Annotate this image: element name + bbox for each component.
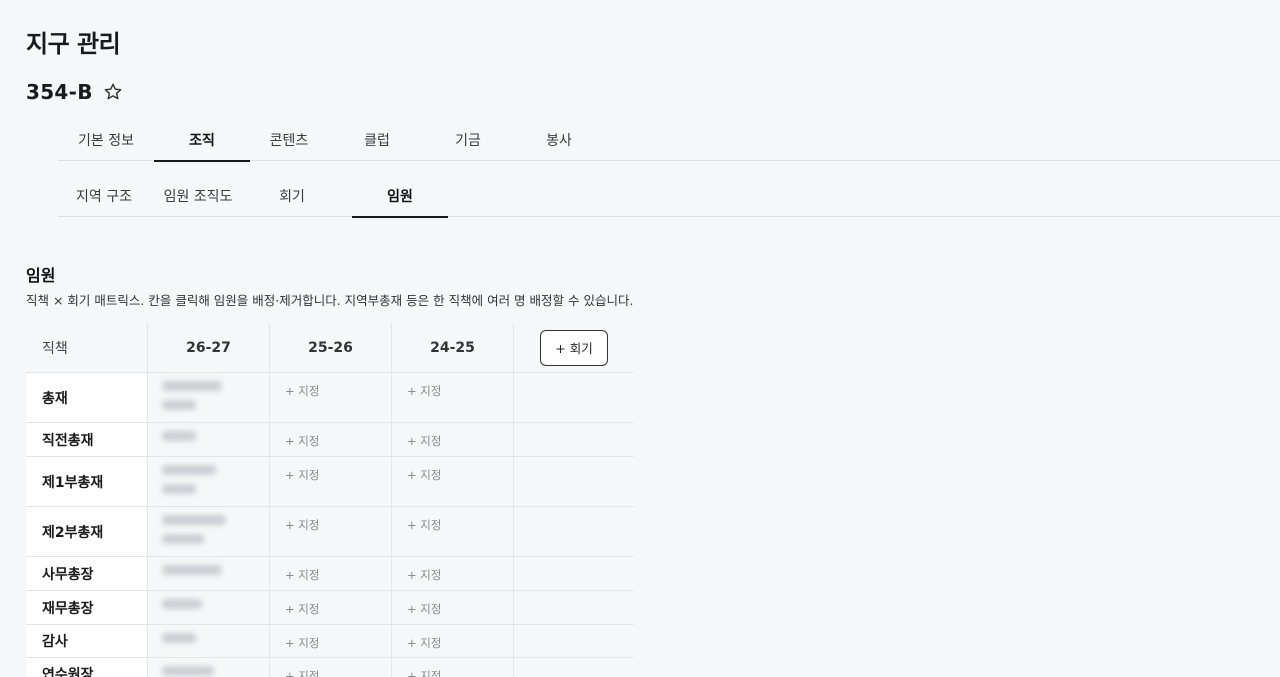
assign-officer-link[interactable]: + 지정: [285, 601, 319, 617]
assign-officer-link[interactable]: + 지정: [285, 567, 319, 583]
sub-tabs: 지역 구조 임원 조직도 회기 임원: [56, 174, 1280, 218]
redacted-officer-names: [162, 515, 226, 553]
term-header: 25-26: [270, 323, 392, 372]
term-header: 24-25: [392, 323, 514, 372]
add-term-cell: + 회기: [514, 323, 634, 372]
officer-matrix: 직책 26-27 25-26 24-25 + 회기 총재 + 지정 + 지정 직전총재…: [26, 323, 634, 677]
redacted-officer-names: [162, 465, 216, 503]
extra-term-cell: [514, 557, 634, 590]
matrix-header-row: 직책 26-27 25-26 24-25 + 회기: [26, 323, 634, 373]
extra-term-cell: [514, 457, 634, 506]
tab-terms[interactable]: 회기: [244, 174, 340, 217]
assigned-officer-cell[interactable]: [148, 591, 270, 624]
table-row: 직전총재 + 지정 + 지정: [26, 423, 634, 457]
role-label: 총재: [26, 373, 148, 422]
role-label: 제1부총재: [26, 457, 148, 506]
assign-officer-link[interactable]: + 지정: [407, 668, 441, 677]
table-row: 제1부총재 + 지정 + 지정: [26, 457, 634, 507]
assign-officer-link[interactable]: + 지정: [285, 467, 319, 483]
tab-basic-info[interactable]: 기본 정보: [58, 118, 154, 161]
extra-term-cell: [514, 423, 634, 456]
tab-organization[interactable]: 조직: [154, 118, 250, 162]
assigned-officer-cell[interactable]: [148, 507, 270, 556]
empty-assignment-cell[interactable]: + 지정: [392, 507, 514, 556]
empty-assignment-cell[interactable]: + 지정: [270, 591, 392, 624]
redacted-officer-names: [162, 381, 222, 419]
empty-assignment-cell[interactable]: + 지정: [392, 591, 514, 624]
empty-assignment-cell[interactable]: + 지정: [392, 457, 514, 506]
page-title: 지구 관리: [26, 30, 121, 58]
tab-officer-chart[interactable]: 임원 조직도: [146, 174, 250, 217]
tab-service[interactable]: 봉사: [511, 118, 607, 161]
tab-clubs[interactable]: 클럽: [329, 118, 425, 161]
table-row: 재무총장 + 지정 + 지정: [26, 591, 634, 625]
redacted-officer-names: [162, 633, 196, 652]
empty-assignment-cell[interactable]: + 지정: [270, 373, 392, 422]
role-label: 제2부총재: [26, 507, 148, 556]
district-code: 354-B: [26, 80, 93, 104]
table-row: 제2부총재 + 지정 + 지정: [26, 507, 634, 557]
empty-assignment-cell[interactable]: + 지정: [270, 507, 392, 556]
assign-officer-link[interactable]: + 지정: [407, 567, 441, 583]
assign-officer-link[interactable]: + 지정: [407, 383, 441, 399]
redacted-officer-names: [162, 431, 196, 450]
extra-term-cell: [514, 507, 634, 556]
table-row: 연수원장 + 지정 + 지정: [26, 658, 634, 677]
empty-assignment-cell[interactable]: + 지정: [392, 625, 514, 657]
role-column-header: 직책: [26, 323, 148, 372]
table-row: 감사 + 지정 + 지정: [26, 625, 634, 658]
extra-term-cell: [514, 658, 634, 677]
assign-officer-link[interactable]: + 지정: [407, 467, 441, 483]
assign-officer-link[interactable]: + 지정: [285, 517, 319, 533]
role-label: 연수원장: [26, 658, 148, 677]
tab-officers[interactable]: 임원: [352, 174, 448, 218]
assign-officer-link[interactable]: + 지정: [285, 383, 319, 399]
empty-assignment-cell[interactable]: + 지정: [270, 457, 392, 506]
assign-officer-link[interactable]: + 지정: [407, 517, 441, 533]
role-label: 직전총재: [26, 423, 148, 456]
assigned-officer-cell[interactable]: [148, 658, 270, 677]
tab-regional-structure[interactable]: 지역 구조: [56, 174, 152, 217]
empty-assignment-cell[interactable]: + 지정: [270, 423, 392, 456]
empty-assignment-cell[interactable]: + 지정: [392, 423, 514, 456]
assign-officer-link[interactable]: + 지정: [407, 433, 441, 449]
redacted-officer-names: [162, 599, 202, 618]
table-row: 사무총장 + 지정 + 지정: [26, 557, 634, 591]
assigned-officer-cell[interactable]: [148, 423, 270, 456]
assigned-officer-cell[interactable]: [148, 557, 270, 590]
extra-term-cell: [514, 591, 634, 624]
assign-officer-link[interactable]: + 지정: [285, 635, 319, 651]
assigned-officer-cell[interactable]: [148, 625, 270, 657]
assign-officer-link[interactable]: + 지정: [285, 668, 319, 677]
empty-assignment-cell[interactable]: + 지정: [392, 373, 514, 422]
empty-assignment-cell[interactable]: + 지정: [270, 658, 392, 677]
tab-content[interactable]: 콘텐츠: [241, 118, 337, 161]
term-header: 26-27: [148, 323, 270, 372]
add-term-button[interactable]: + 회기: [540, 329, 608, 366]
role-label: 감사: [26, 625, 148, 657]
assigned-officer-cell[interactable]: [148, 373, 270, 422]
empty-assignment-cell[interactable]: + 지정: [270, 557, 392, 590]
empty-assignment-cell[interactable]: + 지정: [392, 658, 514, 677]
assign-officer-link[interactable]: + 지정: [285, 433, 319, 449]
role-label: 사무총장: [26, 557, 148, 590]
district-header: 354-B: [26, 80, 123, 104]
tab-funds[interactable]: 기금: [420, 118, 516, 161]
empty-assignment-cell[interactable]: + 지정: [392, 557, 514, 590]
section-title: 임원: [26, 266, 56, 285]
role-label: 재무총장: [26, 591, 148, 624]
main-tabs: 기본 정보 조직 콘텐츠 클럽 기금 봉사: [58, 118, 1280, 162]
star-icon[interactable]: [103, 82, 123, 102]
assign-officer-link[interactable]: + 지정: [407, 601, 441, 617]
table-row: 총재 + 지정 + 지정: [26, 373, 634, 423]
section-description: 직책 × 회기 매트릭스. 칸을 클릭해 임원을 배정·제거합니다. 지역부총재…: [26, 293, 634, 308]
redacted-officer-names: [162, 565, 222, 584]
extra-term-cell: [514, 625, 634, 657]
assigned-officer-cell[interactable]: [148, 457, 270, 506]
empty-assignment-cell[interactable]: + 지정: [270, 625, 392, 657]
redacted-officer-names: [162, 666, 214, 677]
assign-officer-link[interactable]: + 지정: [407, 635, 441, 651]
extra-term-cell: [514, 373, 634, 422]
